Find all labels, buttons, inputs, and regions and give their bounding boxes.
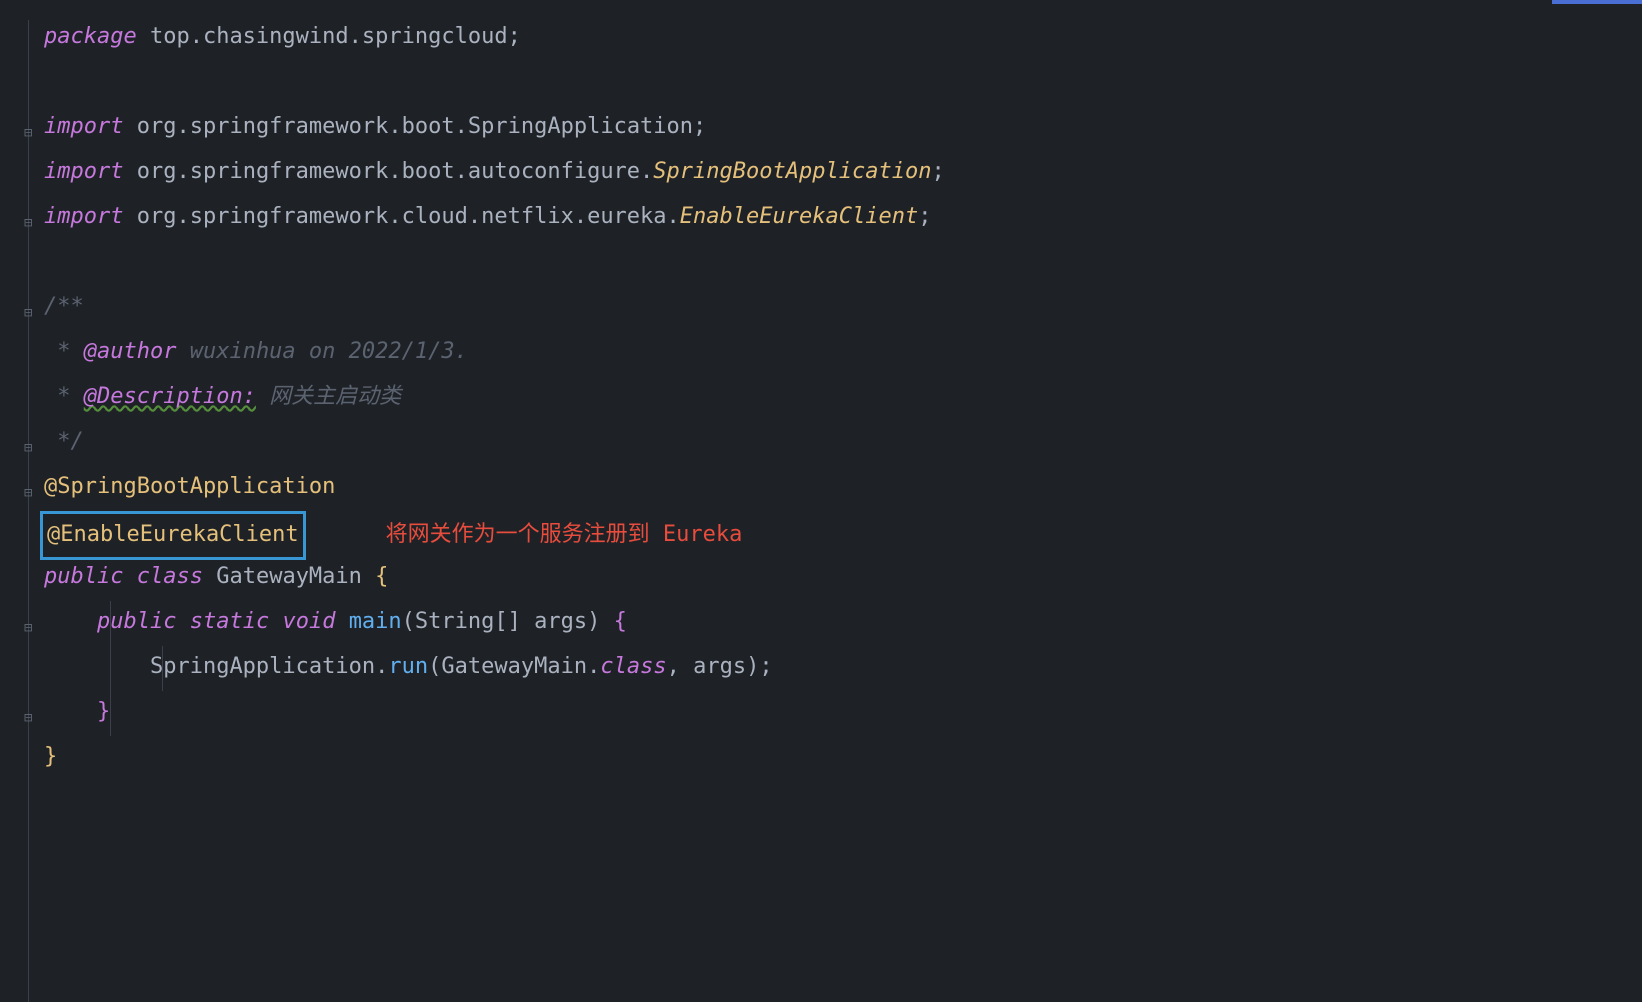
fold-icon[interactable]: ⊟ bbox=[24, 300, 38, 314]
keyword-class: class bbox=[137, 564, 203, 589]
open-paren: ( bbox=[402, 609, 415, 634]
import-class: SpringApplication bbox=[468, 114, 693, 139]
keyword-public: public bbox=[97, 609, 176, 634]
fold-icon[interactable]: ⊟ bbox=[24, 120, 38, 134]
keyword-import: import bbox=[44, 114, 123, 139]
class-ref: SpringApplication bbox=[150, 654, 375, 679]
param-name: args bbox=[534, 609, 587, 634]
highlighted-annotation: @EnableEurekaClient bbox=[40, 511, 306, 560]
param-type: String[] bbox=[415, 609, 521, 634]
fold-icon[interactable]: ⊟ bbox=[24, 615, 38, 629]
javadoc-author-text: wuxinhua on 2022/1/3. bbox=[176, 339, 467, 364]
semicolon: ; bbox=[693, 114, 706, 139]
class-name: GatewayMain bbox=[216, 564, 362, 589]
keyword-static: static bbox=[190, 609, 269, 634]
javadoc-author-tag: @author bbox=[84, 339, 177, 364]
javadoc-close: */ bbox=[44, 429, 84, 454]
close-paren: ) bbox=[587, 609, 600, 634]
code-line[interactable]: public class GatewayMain { bbox=[44, 556, 1642, 601]
fold-icon[interactable]: ⊟ bbox=[24, 705, 38, 719]
code-line[interactable]: ⊟ public static void main(String[] args)… bbox=[44, 601, 1642, 646]
dot: . bbox=[375, 654, 388, 679]
open-paren: ( bbox=[428, 654, 441, 679]
javadoc-star: * bbox=[44, 339, 84, 364]
keyword-void: void bbox=[282, 609, 335, 634]
javadoc-star: * bbox=[44, 384, 84, 409]
javadoc-open: /** bbox=[44, 294, 84, 319]
code-line[interactable]: ⊟import org.springframework.cloud.netfli… bbox=[44, 196, 1642, 241]
code-editor-area[interactable]: package top.chasingwind.springcloud; ⊟im… bbox=[44, 16, 1642, 781]
code-line[interactable]: ⊟ */ bbox=[44, 421, 1642, 466]
args-ref: args bbox=[693, 654, 746, 679]
method-main: main bbox=[349, 609, 402, 634]
fold-icon[interactable]: ⊟ bbox=[24, 210, 38, 224]
code-line[interactable]: ⊟ } bbox=[44, 691, 1642, 736]
code-line[interactable]: ⊟@SpringBootApplication bbox=[44, 466, 1642, 511]
indent-guide bbox=[162, 646, 163, 691]
fold-icon[interactable]: ⊟ bbox=[24, 435, 38, 449]
import-path: org.springframework.cloud.netflix.eureka… bbox=[137, 204, 680, 229]
code-line[interactable]: package top.chasingwind.springcloud; bbox=[44, 16, 1642, 61]
semicolon: ; bbox=[931, 159, 944, 184]
annotation-eureka: @EnableEurekaClient bbox=[47, 522, 299, 547]
open-brace: { bbox=[614, 609, 627, 634]
package-path: top.chasingwind.springcloud bbox=[150, 24, 508, 49]
fold-icon[interactable]: ⊟ bbox=[24, 480, 38, 494]
dot: . bbox=[587, 654, 600, 679]
close-brace: } bbox=[44, 744, 57, 769]
indent-guide bbox=[110, 601, 111, 736]
editor-gutter bbox=[0, 0, 44, 1002]
javadoc-description-text: 网关主启动类 bbox=[256, 384, 401, 409]
keyword-class-ref: class bbox=[600, 654, 666, 679]
red-comment-annotation: 将网关作为一个服务注册到 Eureka bbox=[386, 522, 743, 547]
import-path: org.springframework.boot.autoconfigure. bbox=[137, 159, 654, 184]
annotation-springboot: @SpringBootApplication bbox=[44, 474, 335, 499]
class-ref: GatewayMain bbox=[441, 654, 587, 679]
code-line[interactable]: @EnableEurekaClient 将网关作为一个服务注册到 Eureka bbox=[44, 511, 1642, 556]
top-accent-bar bbox=[1552, 0, 1642, 4]
close-brace: } bbox=[97, 699, 110, 724]
code-line[interactable]: * @Description: 网关主启动类 bbox=[44, 376, 1642, 421]
code-line[interactable]: ⊟/** bbox=[44, 286, 1642, 331]
open-brace: { bbox=[375, 564, 388, 589]
semicolon: ; bbox=[759, 654, 772, 679]
import-path: org.springframework.boot. bbox=[137, 114, 468, 139]
semicolon: ; bbox=[508, 24, 521, 49]
code-line[interactable]: * @author wuxinhua on 2022/1/3. bbox=[44, 331, 1642, 376]
method-run: run bbox=[388, 654, 428, 679]
package-path bbox=[137, 24, 150, 49]
code-line[interactable]: import org.springframework.boot.autoconf… bbox=[44, 151, 1642, 196]
code-line[interactable]: SpringApplication.run(GatewayMain.class,… bbox=[44, 646, 1642, 691]
keyword-package: package bbox=[44, 24, 137, 49]
code-line-empty[interactable] bbox=[44, 61, 1642, 106]
code-line[interactable]: ⊟import org.springframework.boot.SpringA… bbox=[44, 106, 1642, 151]
comma: , bbox=[667, 654, 694, 679]
keyword-import: import bbox=[44, 204, 123, 229]
code-line[interactable]: } bbox=[44, 736, 1642, 781]
gutter-line bbox=[28, 20, 29, 1002]
close-paren: ) bbox=[746, 654, 759, 679]
semicolon: ; bbox=[918, 204, 931, 229]
import-class: EnableEurekaClient bbox=[680, 204, 918, 229]
code-line-empty[interactable] bbox=[44, 241, 1642, 286]
import-class: SpringBootApplication bbox=[653, 159, 931, 184]
keyword-import: import bbox=[44, 159, 123, 184]
keyword-public: public bbox=[44, 564, 123, 589]
javadoc-description-tag: @Description: bbox=[84, 384, 256, 409]
